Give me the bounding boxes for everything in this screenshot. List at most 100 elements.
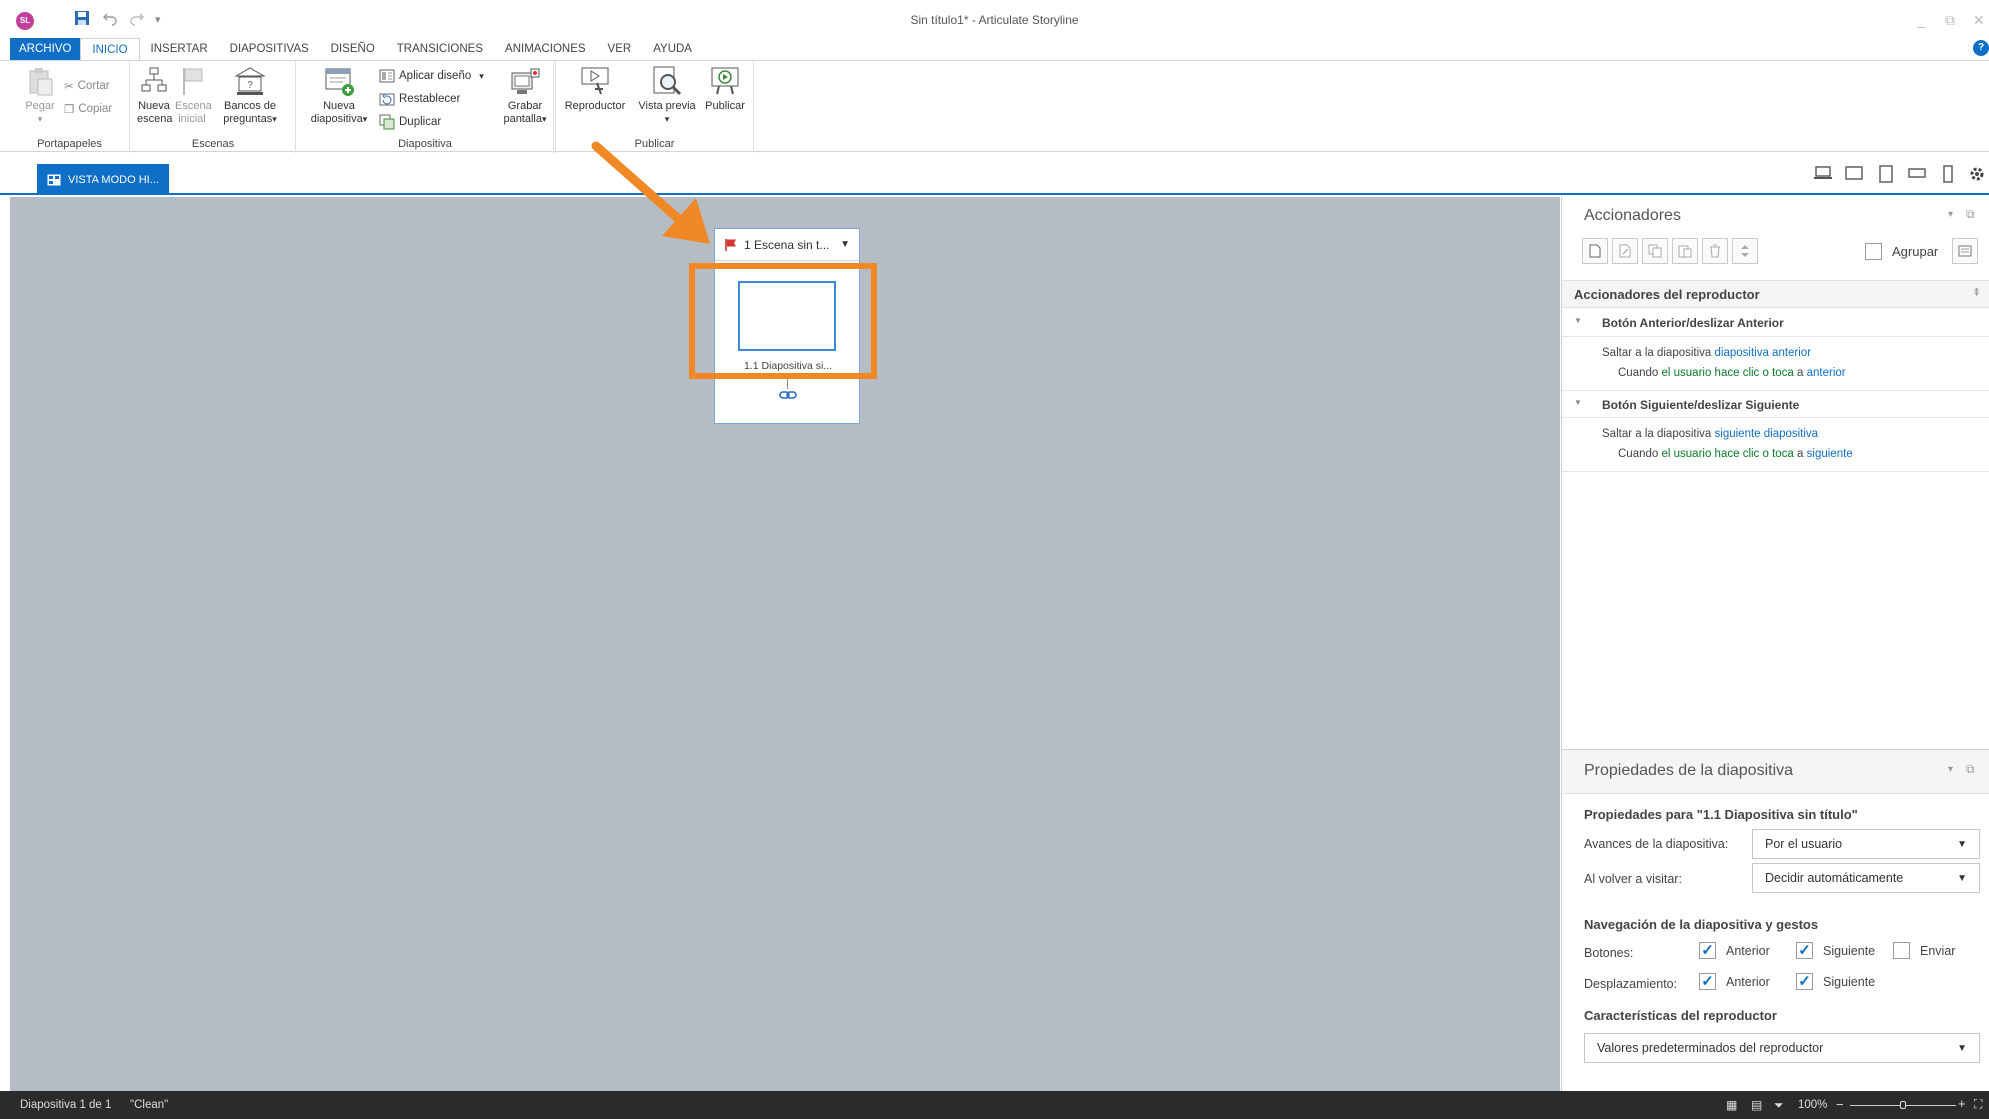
zoom-slider-thumb[interactable] [1900,1101,1906,1109]
next-swipe-label: Siguiente [1823,974,1876,989]
zoom-out-icon[interactable]: − [1836,1097,1844,1112]
advance-value: Por el usuario [1765,837,1843,851]
tab-ver[interactable]: VER [597,38,643,60]
normal-view-icon[interactable]: ▤ [1751,1098,1762,1112]
start-scene-button[interactable]: Escena inicial [175,65,212,126]
zoom-in-icon[interactable]: + [1958,1096,1966,1111]
phone-portrait-icon[interactable] [1939,165,1959,183]
trigger-action-row[interactable]: Saltar a la diapositiva siguiente diapos… [1602,428,1818,440]
filter-icon[interactable]: ⏷ [1774,1098,1784,1113]
tablet-portrait-icon[interactable] [1877,165,1897,183]
scene-tree-icon [141,67,167,92]
advance-dropdown[interactable]: Por el usuario ▼ [1752,829,1980,859]
duplicate-button[interactable]: Duplicar [379,114,441,130]
tab-diapositivas[interactable]: DIAPOSITIVAS [219,38,320,60]
ribbon-tabs: ARCHIVO INICIO INSERTAR DIAPOSITIVAS DIS… [0,37,1989,61]
delete-trigger-button[interactable] [1702,238,1728,264]
chevron-down-icon: ▼ [1957,838,1967,850]
paste-button[interactable]: Pegar ▾ [24,65,56,126]
prev-button-label: Anterior [1726,943,1770,958]
prev-swipe-checkbox[interactable] [1699,973,1716,990]
restore-icon[interactable]: ⧉ [1945,12,1955,29]
prev-swipe-toggle[interactable]: Anterior [1699,973,1770,990]
new-slide-button[interactable]: Nueva diapositiva▾ [305,65,373,126]
trigger-when-row[interactable]: Cuando el usuario hace clic o toca a ant… [1618,367,1846,379]
trigger-when-user[interactable]: el usuario hace clic o toca [1662,367,1794,379]
gear-icon[interactable] [1968,165,1988,183]
player-features-dropdown[interactable]: Valores predeterminados del reproductor ▼ [1584,1033,1980,1063]
next-button-toggle[interactable]: Siguiente [1796,942,1875,959]
group-toggle[interactable]: Agrupar [1865,243,1938,260]
trigger-group-previous[interactable]: ▼ Botón Anterior/deslizar Anterior [1562,309,1989,337]
player-triggers-title: Accionadores del reproductor [1574,287,1760,302]
revisit-dropdown[interactable]: Decidir automáticamente ▼ [1752,863,1980,893]
apply-layout-button[interactable]: Aplicar diseño ▾ [379,68,484,84]
record-screen-button[interactable]: Grabar pantalla▾ [495,65,555,126]
tab-diseno[interactable]: DISEÑO [320,38,386,60]
submit-button-toggle[interactable]: Enviar [1893,942,1955,959]
group-checkbox[interactable] [1865,243,1882,260]
trigger-panel-options-button[interactable] [1952,238,1978,264]
trigger-when-target[interactable]: siguiente [1807,448,1853,460]
expand-icon[interactable]: ▼ [1574,398,1582,407]
panel-float-icon[interactable]: ⧉ [1966,207,1975,222]
cut-button[interactable]: ✂ Cortar [64,79,110,93]
group-clipboard: Pegar ▾ ✂ Cortar ❐ Copiar Portapapeles [10,61,130,153]
reset-label: Restablecer [399,93,461,105]
tab-transiciones[interactable]: TRANSICIONES [386,38,494,60]
scene-header[interactable]: 1 Escena sin t... ▼ [715,229,859,261]
trigger-when-target[interactable]: anterior [1807,367,1846,379]
close-icon[interactable]: ✕ [1973,12,1985,29]
trigger-action-row[interactable]: Saltar a la diapositiva diapositiva ante… [1602,347,1811,359]
next-button-checkbox[interactable] [1796,942,1813,959]
trigger-action-link[interactable]: siguiente diapositiva [1715,428,1819,440]
collapse-all-icon[interactable]: ⇞ [1972,286,1981,299]
player-triggers-bar[interactable]: Accionadores del reproductor ⇞ [1562,280,1989,308]
publish-button[interactable]: Publicar [702,65,748,113]
tab-animaciones[interactable]: ANIMACIONES [494,38,597,60]
question-banks-button[interactable]: ? Bancos de preguntas▾ [217,65,283,126]
chevron-down-icon: ▼ [1957,872,1967,884]
reset-button[interactable]: Restablecer [379,91,460,107]
new-trigger-button[interactable] [1582,238,1608,264]
minimize-icon[interactable]: _ [1917,12,1925,28]
phone-landscape-icon[interactable] [1908,165,1928,183]
new-scene-button[interactable]: Nueva escena [137,65,172,126]
fit-window-icon[interactable]: ⛶ [1974,1097,1982,1112]
edit-trigger-button[interactable] [1612,238,1638,264]
next-swipe-checkbox[interactable] [1796,973,1813,990]
help-icon[interactable]: ? [1973,40,1989,56]
tab-insertar[interactable]: INSERTAR [140,38,219,60]
trigger-group-next[interactable]: ▼ Botón Siguiente/deslizar Siguiente [1562,390,1989,418]
prev-button-checkbox[interactable] [1699,942,1716,959]
next-swipe-toggle[interactable]: Siguiente [1796,973,1875,990]
tab-inicio[interactable]: INICIO [80,37,140,61]
paste-trigger-button[interactable] [1672,238,1698,264]
tab-archivo[interactable]: ARCHIVO [10,38,81,60]
submit-button-checkbox[interactable] [1893,942,1910,959]
move-trigger-button[interactable] [1732,238,1758,264]
trigger-when-user[interactable]: el usuario hace clic o toca [1662,448,1794,460]
copy-trigger-button[interactable] [1642,238,1668,264]
new-slide-label-2: diapositiva [310,113,363,125]
scissors-icon: ✂ [64,81,74,93]
story-view-tab[interactable]: VISTA MODO HI... [37,164,169,195]
panel-float-icon[interactable]: ⧉ [1966,762,1975,777]
player-button[interactable]: Reproductor [562,65,628,113]
preview-button[interactable]: Vista previa ▾ [636,65,698,126]
panel-collapse-icon[interactable]: ▾ [1948,764,1953,775]
story-view-icon[interactable]: ▦ [1726,1098,1737,1112]
trigger-when-row[interactable]: Cuando el usuario hace clic o toca a sig… [1618,448,1853,460]
expand-icon[interactable]: ▼ [1574,316,1582,325]
prev-button-toggle[interactable]: Anterior [1699,942,1770,959]
desktop-icon[interactable] [1814,165,1834,183]
scene-menu-icon[interactable]: ▼ [840,239,850,250]
panel-collapse-icon[interactable]: ▾ [1948,209,1953,220]
duplicate-label: Duplicar [399,116,442,128]
trigger-action-link[interactable]: diapositiva anterior [1715,347,1812,359]
copy-button[interactable]: ❐ Copiar [64,102,112,116]
tab-ayuda[interactable]: AYUDA [642,38,703,60]
tablet-landscape-icon[interactable] [1845,165,1865,183]
divider [1562,471,1989,472]
link-icon[interactable] [779,390,797,400]
